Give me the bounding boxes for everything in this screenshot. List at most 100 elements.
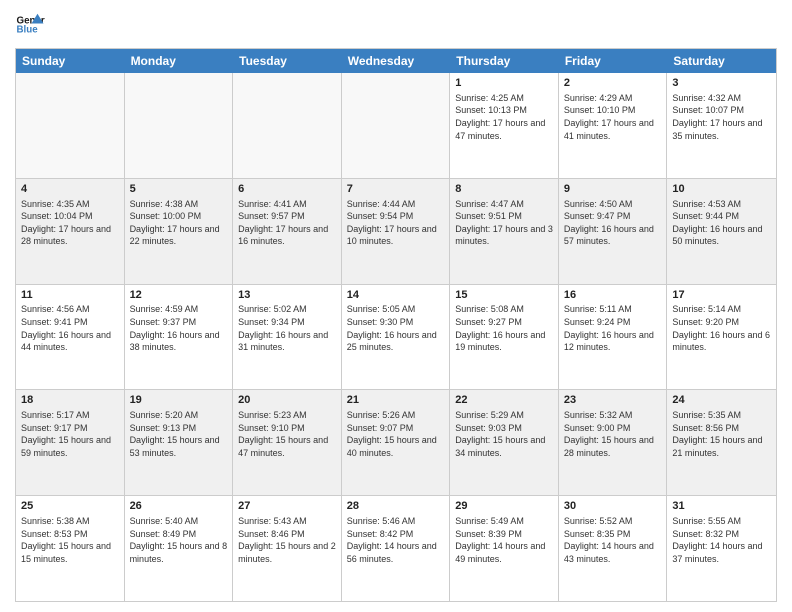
calendar-cell: 31Sunrise: 5:55 AM Sunset: 8:32 PM Dayli… bbox=[667, 496, 776, 601]
daylight-hours: Sunrise: 5:49 AM Sunset: 8:39 PM Dayligh… bbox=[455, 515, 553, 565]
calendar-cell bbox=[342, 73, 451, 178]
calendar-cell: 3Sunrise: 4:32 AM Sunset: 10:07 PM Dayli… bbox=[667, 73, 776, 178]
day-number: 17 bbox=[672, 288, 771, 303]
calendar-cell: 6Sunrise: 4:41 AM Sunset: 9:57 PM Daylig… bbox=[233, 179, 342, 284]
day-number: 23 bbox=[564, 393, 662, 408]
calendar-cell: 15Sunrise: 5:08 AM Sunset: 9:27 PM Dayli… bbox=[450, 285, 559, 390]
day-number: 28 bbox=[347, 499, 445, 514]
logo: General Blue bbox=[15, 10, 45, 40]
calendar-row: 25Sunrise: 5:38 AM Sunset: 8:53 PM Dayli… bbox=[16, 496, 776, 601]
day-number: 14 bbox=[347, 288, 445, 303]
day-number: 20 bbox=[238, 393, 336, 408]
calendar-cell: 20Sunrise: 5:23 AM Sunset: 9:10 PM Dayli… bbox=[233, 390, 342, 495]
header-day: Sunday bbox=[16, 49, 125, 73]
calendar-header: SundayMondayTuesdayWednesdayThursdayFrid… bbox=[16, 49, 776, 73]
day-number: 10 bbox=[672, 182, 771, 197]
calendar-cell: 10Sunrise: 4:53 AM Sunset: 9:44 PM Dayli… bbox=[667, 179, 776, 284]
day-number: 5 bbox=[130, 182, 228, 197]
calendar-row: 18Sunrise: 5:17 AM Sunset: 9:17 PM Dayli… bbox=[16, 390, 776, 496]
daylight-hours: Sunrise: 4:53 AM Sunset: 9:44 PM Dayligh… bbox=[672, 198, 771, 248]
calendar-cell: 8Sunrise: 4:47 AM Sunset: 9:51 PM Daylig… bbox=[450, 179, 559, 284]
header-day: Friday bbox=[559, 49, 668, 73]
calendar-body: 1Sunrise: 4:25 AM Sunset: 10:13 PM Dayli… bbox=[16, 73, 776, 601]
calendar-cell: 27Sunrise: 5:43 AM Sunset: 8:46 PM Dayli… bbox=[233, 496, 342, 601]
daylight-hours: Sunrise: 5:11 AM Sunset: 9:24 PM Dayligh… bbox=[564, 303, 662, 353]
calendar-cell: 25Sunrise: 5:38 AM Sunset: 8:53 PM Dayli… bbox=[16, 496, 125, 601]
daylight-hours: Sunrise: 4:29 AM Sunset: 10:10 PM Daylig… bbox=[564, 92, 662, 142]
calendar-cell: 2Sunrise: 4:29 AM Sunset: 10:10 PM Dayli… bbox=[559, 73, 668, 178]
daylight-hours: Sunrise: 4:50 AM Sunset: 9:47 PM Dayligh… bbox=[564, 198, 662, 248]
day-number: 1 bbox=[455, 76, 553, 91]
calendar: SundayMondayTuesdayWednesdayThursdayFrid… bbox=[15, 48, 777, 602]
day-number: 24 bbox=[672, 393, 771, 408]
day-number: 2 bbox=[564, 76, 662, 91]
daylight-hours: Sunrise: 5:52 AM Sunset: 8:35 PM Dayligh… bbox=[564, 515, 662, 565]
calendar-row: 11Sunrise: 4:56 AM Sunset: 9:41 PM Dayli… bbox=[16, 285, 776, 391]
logo-icon: General Blue bbox=[15, 10, 45, 40]
daylight-hours: Sunrise: 5:05 AM Sunset: 9:30 PM Dayligh… bbox=[347, 303, 445, 353]
calendar-cell: 28Sunrise: 5:46 AM Sunset: 8:42 PM Dayli… bbox=[342, 496, 451, 601]
daylight-hours: Sunrise: 5:55 AM Sunset: 8:32 PM Dayligh… bbox=[672, 515, 771, 565]
day-number: 30 bbox=[564, 499, 662, 514]
calendar-cell: 17Sunrise: 5:14 AM Sunset: 9:20 PM Dayli… bbox=[667, 285, 776, 390]
calendar-cell: 5Sunrise: 4:38 AM Sunset: 10:00 PM Dayli… bbox=[125, 179, 234, 284]
daylight-hours: Sunrise: 4:32 AM Sunset: 10:07 PM Daylig… bbox=[672, 92, 771, 142]
daylight-hours: Sunrise: 5:17 AM Sunset: 9:17 PM Dayligh… bbox=[21, 409, 119, 459]
daylight-hours: Sunrise: 5:43 AM Sunset: 8:46 PM Dayligh… bbox=[238, 515, 336, 565]
day-number: 21 bbox=[347, 393, 445, 408]
header-day: Thursday bbox=[450, 49, 559, 73]
daylight-hours: Sunrise: 4:41 AM Sunset: 9:57 PM Dayligh… bbox=[238, 198, 336, 248]
daylight-hours: Sunrise: 5:38 AM Sunset: 8:53 PM Dayligh… bbox=[21, 515, 119, 565]
day-number: 19 bbox=[130, 393, 228, 408]
header-day: Wednesday bbox=[342, 49, 451, 73]
day-number: 15 bbox=[455, 288, 553, 303]
day-number: 7 bbox=[347, 182, 445, 197]
daylight-hours: Sunrise: 5:32 AM Sunset: 9:00 PM Dayligh… bbox=[564, 409, 662, 459]
day-number: 9 bbox=[564, 182, 662, 197]
day-number: 31 bbox=[672, 499, 771, 514]
calendar-cell: 30Sunrise: 5:52 AM Sunset: 8:35 PM Dayli… bbox=[559, 496, 668, 601]
day-number: 22 bbox=[455, 393, 553, 408]
day-number: 13 bbox=[238, 288, 336, 303]
day-number: 12 bbox=[130, 288, 228, 303]
daylight-hours: Sunrise: 5:46 AM Sunset: 8:42 PM Dayligh… bbox=[347, 515, 445, 565]
day-number: 4 bbox=[21, 182, 119, 197]
day-number: 3 bbox=[672, 76, 771, 91]
calendar-cell: 7Sunrise: 4:44 AM Sunset: 9:54 PM Daylig… bbox=[342, 179, 451, 284]
daylight-hours: Sunrise: 5:14 AM Sunset: 9:20 PM Dayligh… bbox=[672, 303, 771, 353]
calendar-cell: 13Sunrise: 5:02 AM Sunset: 9:34 PM Dayli… bbox=[233, 285, 342, 390]
calendar-cell: 21Sunrise: 5:26 AM Sunset: 9:07 PM Dayli… bbox=[342, 390, 451, 495]
daylight-hours: Sunrise: 4:59 AM Sunset: 9:37 PM Dayligh… bbox=[130, 303, 228, 353]
calendar-cell: 23Sunrise: 5:32 AM Sunset: 9:00 PM Dayli… bbox=[559, 390, 668, 495]
calendar-cell: 12Sunrise: 4:59 AM Sunset: 9:37 PM Dayli… bbox=[125, 285, 234, 390]
daylight-hours: Sunrise: 5:35 AM Sunset: 8:56 PM Dayligh… bbox=[672, 409, 771, 459]
daylight-hours: Sunrise: 5:40 AM Sunset: 8:49 PM Dayligh… bbox=[130, 515, 228, 565]
calendar-cell: 1Sunrise: 4:25 AM Sunset: 10:13 PM Dayli… bbox=[450, 73, 559, 178]
calendar-cell bbox=[125, 73, 234, 178]
day-number: 16 bbox=[564, 288, 662, 303]
header: General Blue bbox=[15, 10, 777, 40]
day-number: 25 bbox=[21, 499, 119, 514]
daylight-hours: Sunrise: 4:38 AM Sunset: 10:00 PM Daylig… bbox=[130, 198, 228, 248]
daylight-hours: Sunrise: 5:23 AM Sunset: 9:10 PM Dayligh… bbox=[238, 409, 336, 459]
calendar-cell: 14Sunrise: 5:05 AM Sunset: 9:30 PM Dayli… bbox=[342, 285, 451, 390]
calendar-cell: 22Sunrise: 5:29 AM Sunset: 9:03 PM Dayli… bbox=[450, 390, 559, 495]
calendar-cell: 29Sunrise: 5:49 AM Sunset: 8:39 PM Dayli… bbox=[450, 496, 559, 601]
daylight-hours: Sunrise: 5:20 AM Sunset: 9:13 PM Dayligh… bbox=[130, 409, 228, 459]
daylight-hours: Sunrise: 4:25 AM Sunset: 10:13 PM Daylig… bbox=[455, 92, 553, 142]
day-number: 8 bbox=[455, 182, 553, 197]
header-day: Tuesday bbox=[233, 49, 342, 73]
calendar-cell: 11Sunrise: 4:56 AM Sunset: 9:41 PM Dayli… bbox=[16, 285, 125, 390]
header-day: Monday bbox=[125, 49, 234, 73]
page: General Blue SundayMondayTuesdayWednesda… bbox=[0, 0, 792, 612]
calendar-cell: 4Sunrise: 4:35 AM Sunset: 10:04 PM Dayli… bbox=[16, 179, 125, 284]
day-number: 18 bbox=[21, 393, 119, 408]
calendar-row: 1Sunrise: 4:25 AM Sunset: 10:13 PM Dayli… bbox=[16, 73, 776, 179]
day-number: 26 bbox=[130, 499, 228, 514]
calendar-cell: 19Sunrise: 5:20 AM Sunset: 9:13 PM Dayli… bbox=[125, 390, 234, 495]
header-day: Saturday bbox=[667, 49, 776, 73]
daylight-hours: Sunrise: 5:26 AM Sunset: 9:07 PM Dayligh… bbox=[347, 409, 445, 459]
calendar-cell: 9Sunrise: 4:50 AM Sunset: 9:47 PM Daylig… bbox=[559, 179, 668, 284]
calendar-cell: 18Sunrise: 5:17 AM Sunset: 9:17 PM Dayli… bbox=[16, 390, 125, 495]
daylight-hours: Sunrise: 4:35 AM Sunset: 10:04 PM Daylig… bbox=[21, 198, 119, 248]
